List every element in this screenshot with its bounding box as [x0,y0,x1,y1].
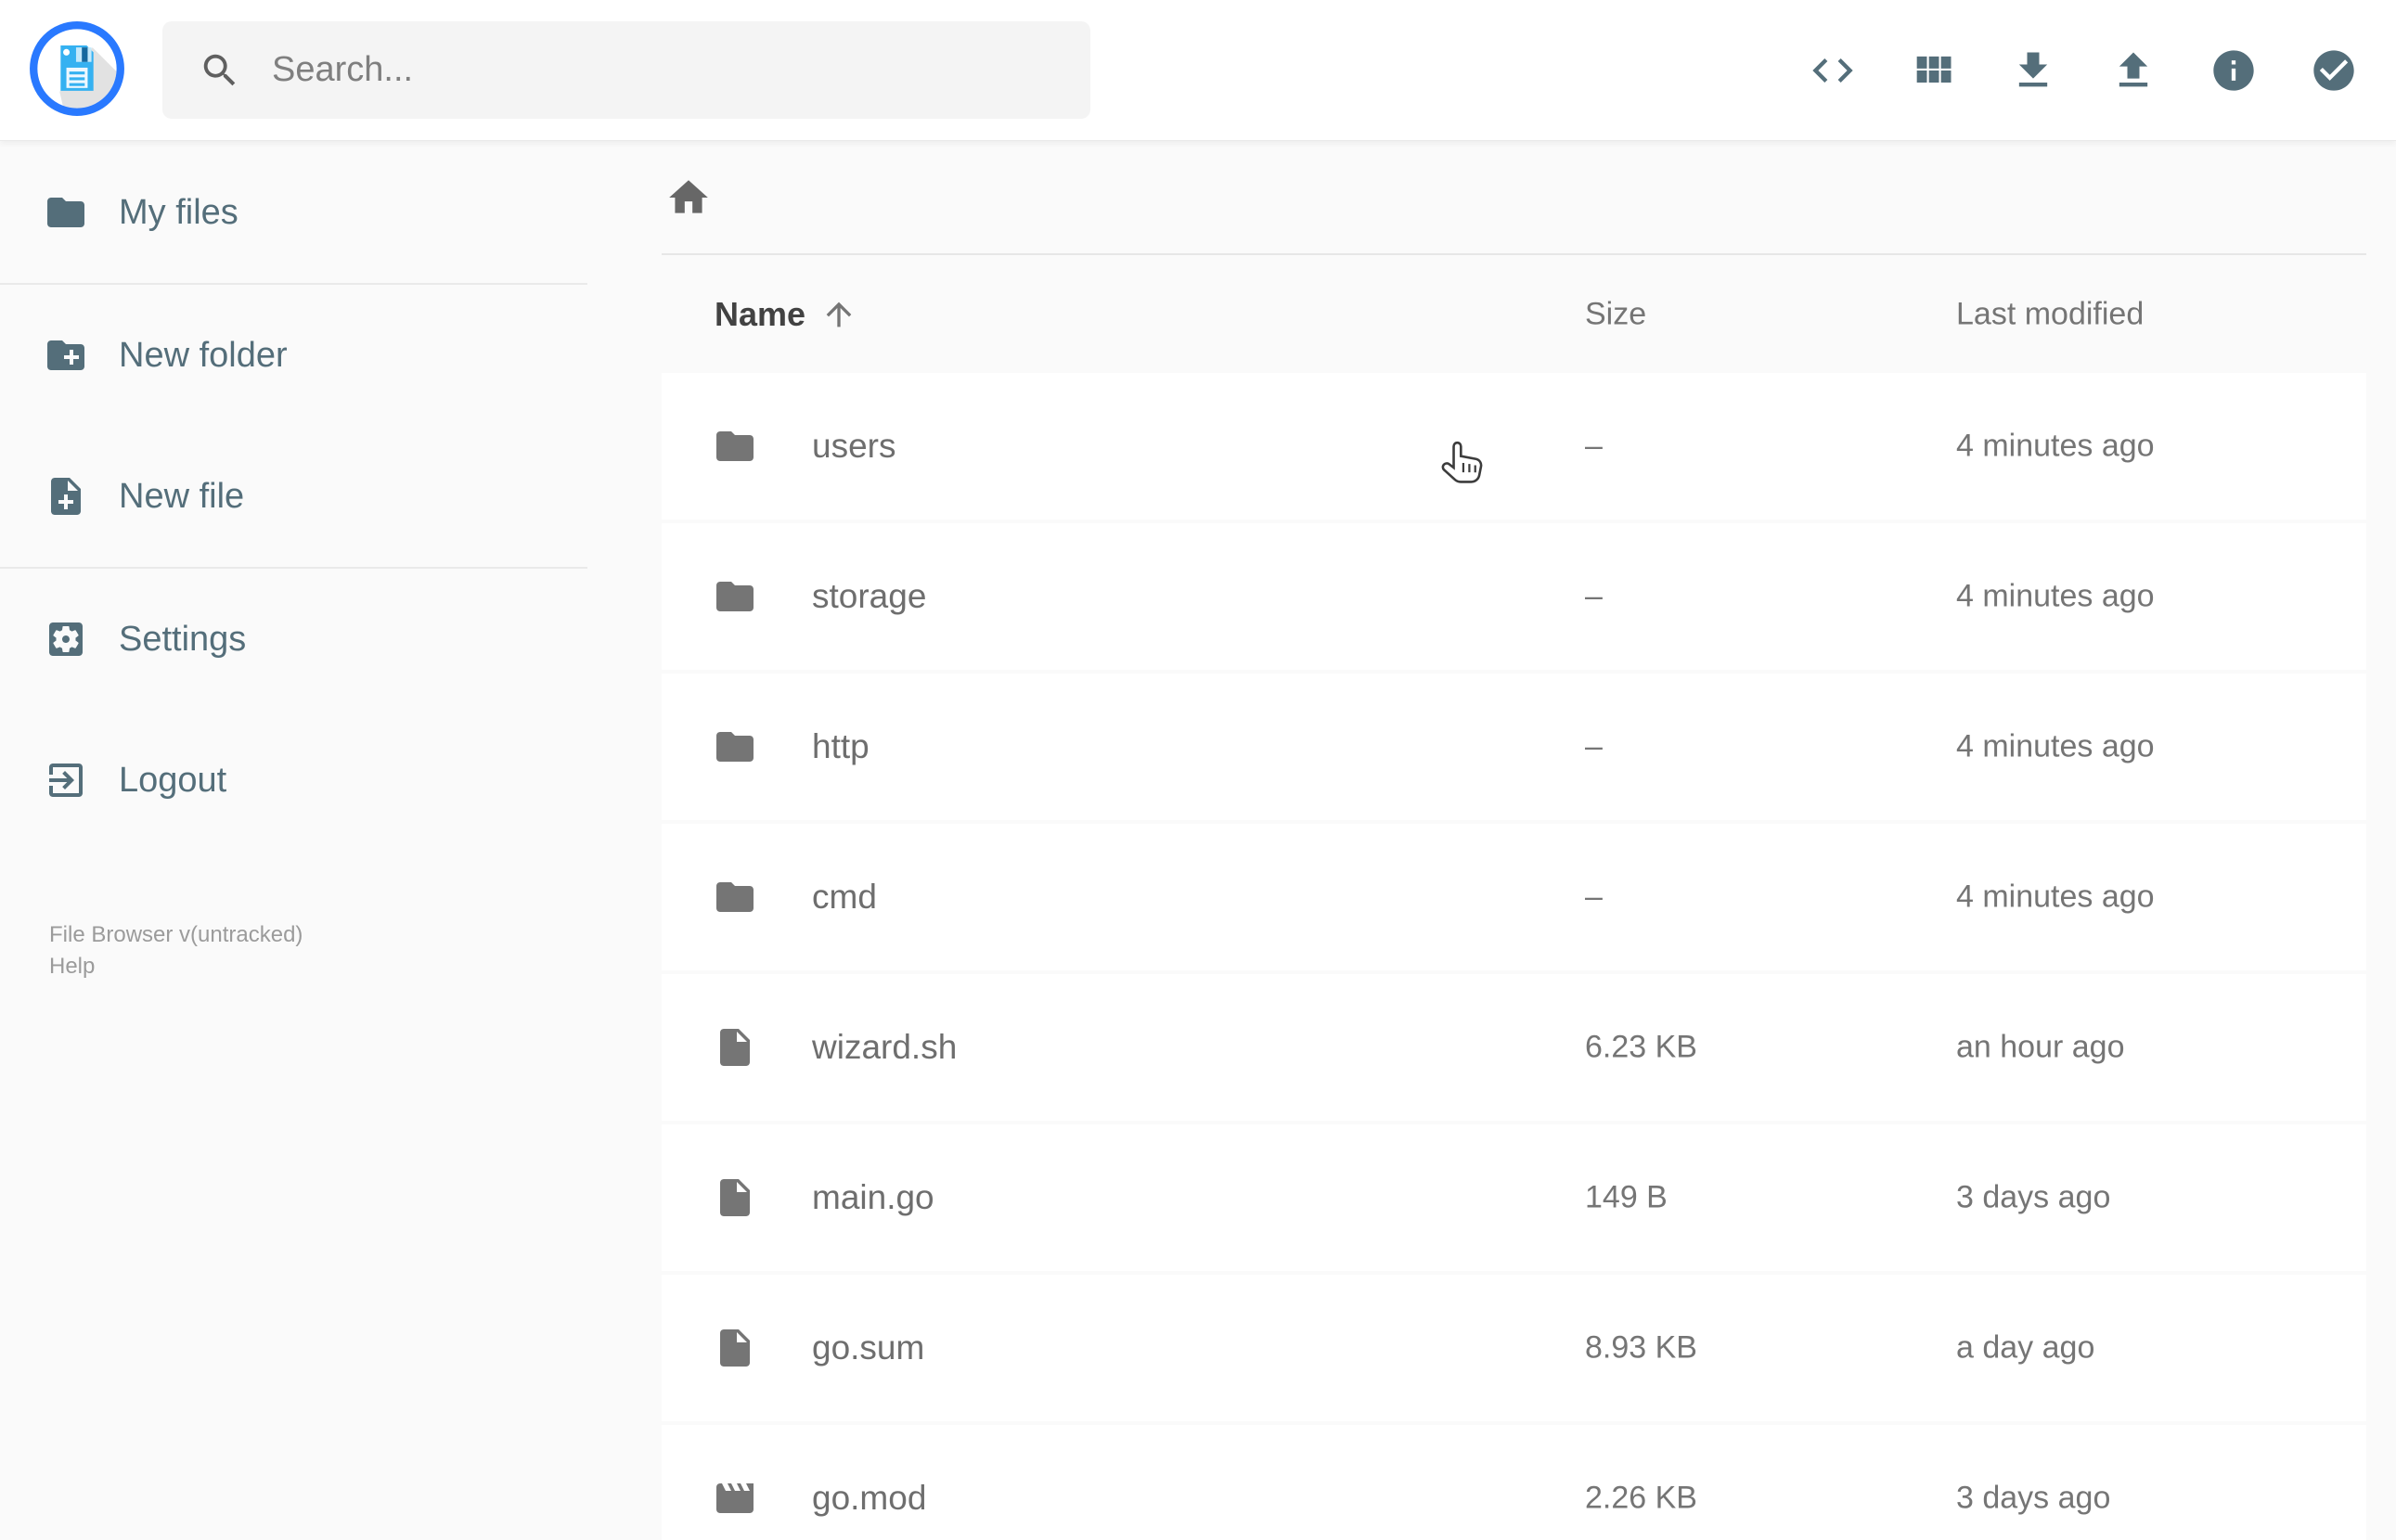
breadcrumb-home-button[interactable] [665,174,712,221]
row-modified: 4 minutes ago [1956,578,2155,614]
row-modified: a day ago [1956,1329,2095,1366]
sidebar-item-logout[interactable]: Logout [0,710,587,851]
app-header [0,0,2396,141]
folder-icon [716,431,754,461]
check-circle-icon [2313,50,2354,91]
row-modified: 4 minutes ago [1956,428,2155,464]
select-multiple-button[interactable] [2310,46,2358,95]
row-name: storage [812,577,927,615]
sidebar-item-label: Logout [119,760,227,800]
folder-icon [716,882,754,912]
row-size: – [1585,728,1603,764]
folder-plus-icon [47,340,84,370]
sidebar-item-label: My files [119,192,238,232]
settings-gear-icon [49,622,83,656]
sort-arrow-up-icon [826,302,852,327]
folder-icon [716,582,754,611]
row-size: – [1585,879,1603,915]
row-name: users [812,427,896,465]
listing-column-headers: Name Size Last modified [662,255,2366,373]
logout-exit-icon [49,764,83,797]
sidebar: My files New folder New file Settings Lo… [0,142,587,982]
row-name: go.mod [812,1479,927,1517]
table-row[interactable]: main.go 149 B 3 days ago [662,1124,2366,1271]
table-row[interactable]: wizard.sh 6.23 KB an hour ago [662,974,2366,1121]
header-actions [1809,0,2358,141]
upload-icon [2119,52,2148,87]
table-row[interactable]: http – 4 minutes ago [662,674,2366,820]
sidebar-item-my-files[interactable]: My files [0,142,587,283]
column-header-modified[interactable]: Last modified [1956,296,2144,332]
row-size: 8.93 KB [1585,1329,1697,1366]
filebrowser-app: { "header": { "search_placeholder": "Sea… [0,0,2396,1540]
code-brackets-icon [1812,58,1853,83]
version-text: File Browser v(untracked) [49,922,303,947]
table-row[interactable]: go.mod 2.26 KB 3 days ago [662,1425,2366,1540]
raw-view-button[interactable] [1809,46,1857,95]
table-row[interactable]: cmd – 4 minutes ago [662,824,2366,970]
search-icon [203,54,236,85]
column-header-name[interactable]: Name [715,295,857,334]
sidebar-item-label: New file [119,476,245,516]
row-size: – [1585,578,1603,614]
home-icon [669,180,708,213]
sidebar-item-settings[interactable]: Settings [0,569,587,710]
table-row[interactable]: users – 4 minutes ago [662,373,2366,520]
row-modified: 4 minutes ago [1956,879,2155,915]
sidebar-item-label: New folder [119,335,288,375]
table-row[interactable]: storage – 4 minutes ago [662,523,2366,670]
app-logo[interactable] [29,20,125,117]
row-name: http [812,727,870,765]
sidebar-item-label: Settings [119,619,247,659]
download-button[interactable] [2009,46,2057,95]
file-icon [720,1179,750,1216]
row-name: wizard.sh [812,1028,958,1066]
search-input[interactable] [272,50,1033,90]
row-size: 2.26 KB [1585,1480,1697,1516]
folder-icon [716,732,754,762]
floppy-disk-logo-icon [30,21,124,116]
row-modified: 3 days ago [1956,1480,2111,1516]
folder-icon [47,198,84,227]
file-icon [720,1029,750,1066]
sidebar-item-new-file[interactable]: New file [0,426,587,567]
sidebar-item-new-folder[interactable]: New folder [0,285,587,426]
file-rows: users – 4 minutes ago storage – 4 minute… [662,373,2366,1540]
row-size: 6.23 KB [1585,1029,1697,1065]
upload-button[interactable] [2109,46,2158,95]
row-name: go.sum [812,1328,925,1367]
download-icon [2018,52,2048,87]
info-icon [2213,50,2254,91]
file-plus-icon [51,478,81,515]
row-size: – [1585,428,1603,464]
table-row[interactable]: go.sum 8.93 KB a day ago [662,1275,2366,1421]
grid-view-icon [1916,56,1952,83]
movie-icon [716,1483,754,1513]
row-name: main.go [812,1178,934,1216]
row-size: 149 B [1585,1179,1668,1215]
breadcrumb [662,142,2366,253]
row-modified: 4 minutes ago [1956,728,2155,764]
file-listing: Name Size Last modified users – 4 minute… [662,142,2366,1540]
info-button[interactable] [2209,46,2258,95]
grid-view-button[interactable] [1909,46,1957,95]
file-icon [720,1329,750,1367]
row-modified: an hour ago [1956,1029,2125,1065]
row-modified: 3 days ago [1956,1179,2111,1215]
row-name: cmd [812,878,877,916]
column-header-size[interactable]: Size [1585,296,1646,332]
sidebar-footer: File Browser v(untracked) Help [0,919,587,982]
help-link[interactable]: Help [49,951,587,982]
search-bar[interactable] [162,21,1090,119]
